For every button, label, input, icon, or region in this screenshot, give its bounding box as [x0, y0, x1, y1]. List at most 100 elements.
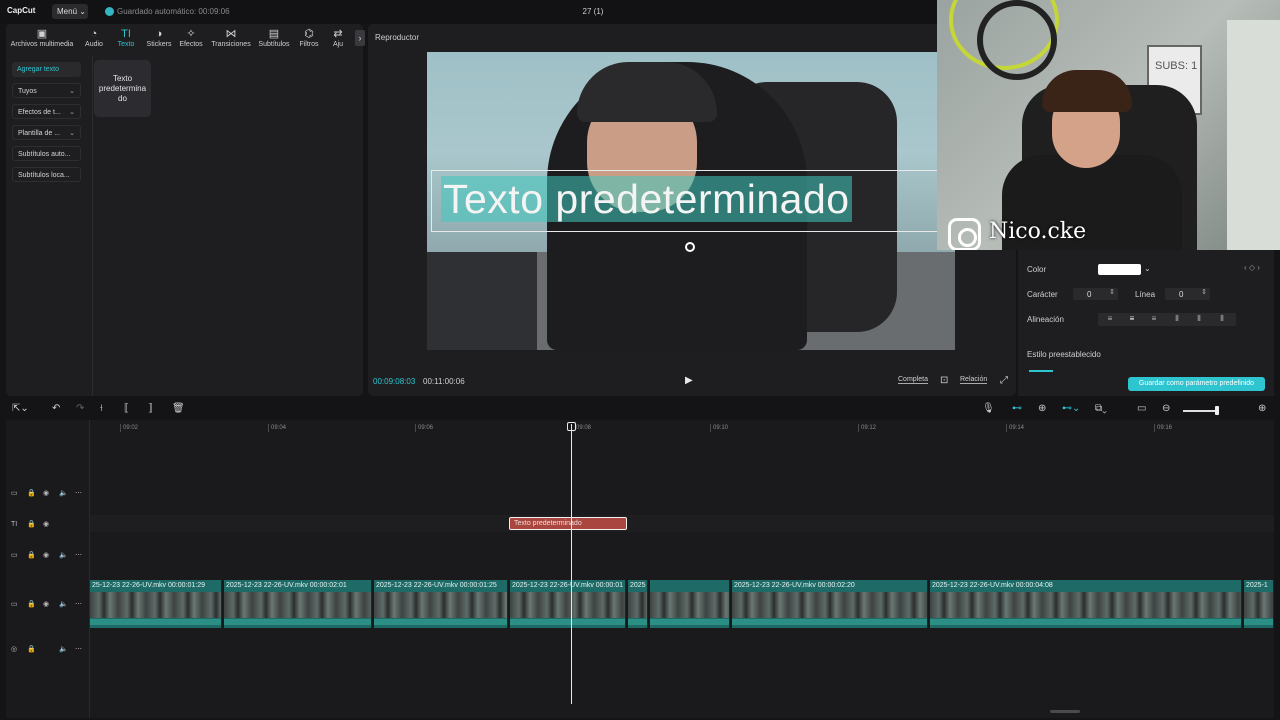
more-icon[interactable]: ⋯ — [75, 645, 91, 653]
stepper-icon[interactable]: ⇕ — [1109, 288, 1115, 296]
audio-icon[interactable]: 🔈 — [59, 489, 75, 497]
eye-icon[interactable]: ◉ — [43, 489, 59, 497]
rotate-handle-icon[interactable] — [685, 242, 695, 252]
select-tool-icon[interactable]: ⇱⌄ — [12, 403, 29, 414]
undo-icon[interactable]: ↶ — [52, 403, 60, 414]
vertical-top-icon[interactable]: ⦀ — [1167, 314, 1187, 324]
effects-icon: ✧ — [186, 28, 196, 40]
clip-label: 2025-12-23 22-26-UV.mkv 00:00:02:20 — [734, 582, 855, 589]
clip-label: 2025-12-23 22-26-UV.mkv 00:00:01 — [512, 582, 624, 589]
tab-label: Subtítulos — [258, 41, 290, 48]
zoom-slider-handle[interactable] — [1215, 406, 1219, 415]
play-icon[interactable]: ▶ — [685, 375, 693, 386]
vertical-bottom-icon[interactable]: ⦀ — [1212, 314, 1232, 324]
timeline-scrollbar[interactable] — [1050, 710, 1080, 713]
tab-stickers[interactable]: ◑ Stickers — [144, 27, 174, 53]
trim-left-icon[interactable]: ⟦ — [124, 403, 129, 414]
align-center-icon[interactable]: ≡ — [1122, 314, 1142, 323]
audio-icon[interactable]: 🔈 — [59, 551, 75, 559]
lock-icon[interactable]: 🔒 — [27, 600, 43, 608]
keyframe-icon[interactable]: ‹ ◇ › — [1244, 263, 1260, 272]
more-icon[interactable]: ⋯ — [75, 489, 91, 497]
menu-button[interactable]: Menú ⌄ — [52, 4, 88, 19]
link-icon[interactable]: ⊕ — [1038, 403, 1046, 414]
audio-icon[interactable]: 🔈 — [59, 645, 75, 653]
webcam-bike-wheel — [977, 0, 1057, 80]
tabs-scroll-right-button[interactable]: › — [355, 30, 365, 46]
redo-icon[interactable]: ↷ — [76, 403, 84, 414]
zoom-in-icon[interactable]: ⊕ — [1258, 403, 1266, 414]
magnet-icon[interactable]: ⊷ — [1012, 403, 1022, 414]
preview-axis-icon[interactable]: ⧉⌄ — [1095, 403, 1107, 414]
delete-icon[interactable]: 🗑 — [172, 403, 185, 414]
video-clip[interactable]: 2025-12-23 22-26-UV.mkv 00:00:01 — [510, 580, 626, 628]
vertical-center-icon[interactable]: ⦀ — [1189, 314, 1209, 324]
lock-icon[interactable]: 🔒 — [27, 489, 43, 497]
current-timecode: 00:09:08:03 — [373, 377, 416, 386]
more-icon[interactable]: ⋯ — [75, 600, 91, 608]
video-clip[interactable]: 2025-1 — [1244, 580, 1274, 628]
category-local-subtitles[interactable]: Subtítulos loca... — [12, 167, 81, 182]
video-clip[interactable]: 25-12-23 22-26-UV.mkv 00:00:01:29 — [90, 580, 222, 628]
audio-icon[interactable]: 🔈 — [59, 600, 75, 608]
aspect-ratio-button[interactable]: Relación — [960, 376, 988, 384]
microphone-icon[interactable]: 🎙 — [982, 403, 995, 414]
tab-adjust[interactable]: ⇄ Aju — [329, 27, 347, 53]
category-yours[interactable]: Tuyos ⌄ — [12, 83, 81, 98]
video-preview[interactable]: Texto predeterminado — [427, 52, 955, 350]
stepper-icon[interactable]: ⇕ — [1201, 288, 1207, 296]
text-track[interactable] — [90, 515, 1274, 532]
tab-effects[interactable]: ✧ Efectos — [178, 27, 204, 53]
more-icon[interactable]: ⋯ — [75, 551, 91, 559]
trim-right-icon[interactable]: ⟧ — [148, 403, 153, 414]
zoom-slider[interactable] — [1183, 410, 1217, 412]
tab-transitions[interactable]: ⋈ Transiciones — [209, 27, 253, 53]
line-spacing-input[interactable]: 0 ⇕ — [1165, 288, 1210, 300]
align-right-icon[interactable]: ≡ — [1144, 314, 1164, 323]
lock-icon[interactable]: 🔒 — [27, 645, 43, 653]
fullscreen-icon[interactable]: ⤢ — [1000, 375, 1008, 386]
category-label: Subtítulos loca... — [18, 172, 70, 179]
video-clip[interactable]: 2025-12-23 22-26-UV.mkv 00:00:02:01 — [224, 580, 372, 628]
tab-filters[interactable]: ⌬ Filtros — [297, 27, 321, 53]
chevron-down-icon: ⌄ — [79, 7, 86, 16]
eye-icon[interactable]: ◉ — [43, 551, 59, 559]
video-clip[interactable] — [650, 580, 730, 628]
color-picker[interactable] — [1098, 264, 1141, 275]
align-left-icon[interactable]: ≡ — [1100, 314, 1120, 323]
category-text-effects[interactable]: Efectos de t... ⌄ — [12, 104, 81, 119]
clip-waveform — [628, 619, 647, 625]
category-template[interactable]: Plantilla de ... ⌄ — [12, 125, 81, 140]
zoom-out-icon[interactable]: ⊖ — [1162, 403, 1170, 414]
video-clip[interactable]: 2025-12-23 22-26-UV.mkv 00:00:02:20 — [732, 580, 928, 628]
playhead[interactable] — [571, 424, 572, 704]
preset-line: do — [118, 94, 127, 103]
text-overlay[interactable]: Texto predeterminado — [441, 176, 852, 222]
snap-icon[interactable]: ⊷⌄ — [1062, 403, 1080, 414]
lock-icon[interactable]: 🔒 — [27, 520, 43, 528]
tab-audio[interactable]: ◔ Audio — [82, 27, 106, 53]
video-clip[interactable]: 2025-12-23 22-26-UV.mkv 00:00:01:25 — [374, 580, 508, 628]
category-add-text[interactable]: Agregar texto — [12, 62, 81, 77]
text-clip[interactable]: Texto predeterminado — [509, 517, 627, 530]
tab-media[interactable]: ▣ Archivos multimedia — [8, 27, 76, 53]
split-icon[interactable]: ⟊ — [100, 403, 103, 414]
video-clip[interactable]: 2025 — [628, 580, 648, 628]
eye-icon[interactable]: ◉ — [43, 520, 59, 528]
lock-icon[interactable]: 🔒 — [27, 551, 43, 559]
save-preset-button[interactable]: Guardar como parámetro predefinido — [1128, 377, 1265, 391]
tab-text[interactable]: TI Texto — [114, 27, 138, 53]
character-spacing-input[interactable]: 0 ⇕ — [1073, 288, 1118, 300]
screenshot-icon[interactable]: ⊡ — [940, 375, 948, 386]
subtitle-track-icon[interactable]: ▭ — [1137, 403, 1146, 414]
video-clip[interactable]: 2025-12-23 22-26-UV.mkv 00:00:04:08 — [930, 580, 1242, 628]
tab-subtitles[interactable]: ▤ Subtítulos — [256, 27, 292, 53]
default-text-preset[interactable]: Texto predetermina do — [94, 60, 151, 117]
clip-thumbnails — [650, 592, 729, 618]
eye-icon[interactable]: ◉ — [43, 600, 59, 608]
chevron-down-icon[interactable]: ⌄ — [1144, 264, 1151, 273]
full-quality-button[interactable]: Completa — [898, 376, 928, 384]
player-title: Reproductor — [375, 33, 420, 42]
category-auto-subtitles[interactable]: Subtítulos auto... — [12, 146, 81, 161]
category-label: Efectos de t... — [18, 109, 61, 116]
